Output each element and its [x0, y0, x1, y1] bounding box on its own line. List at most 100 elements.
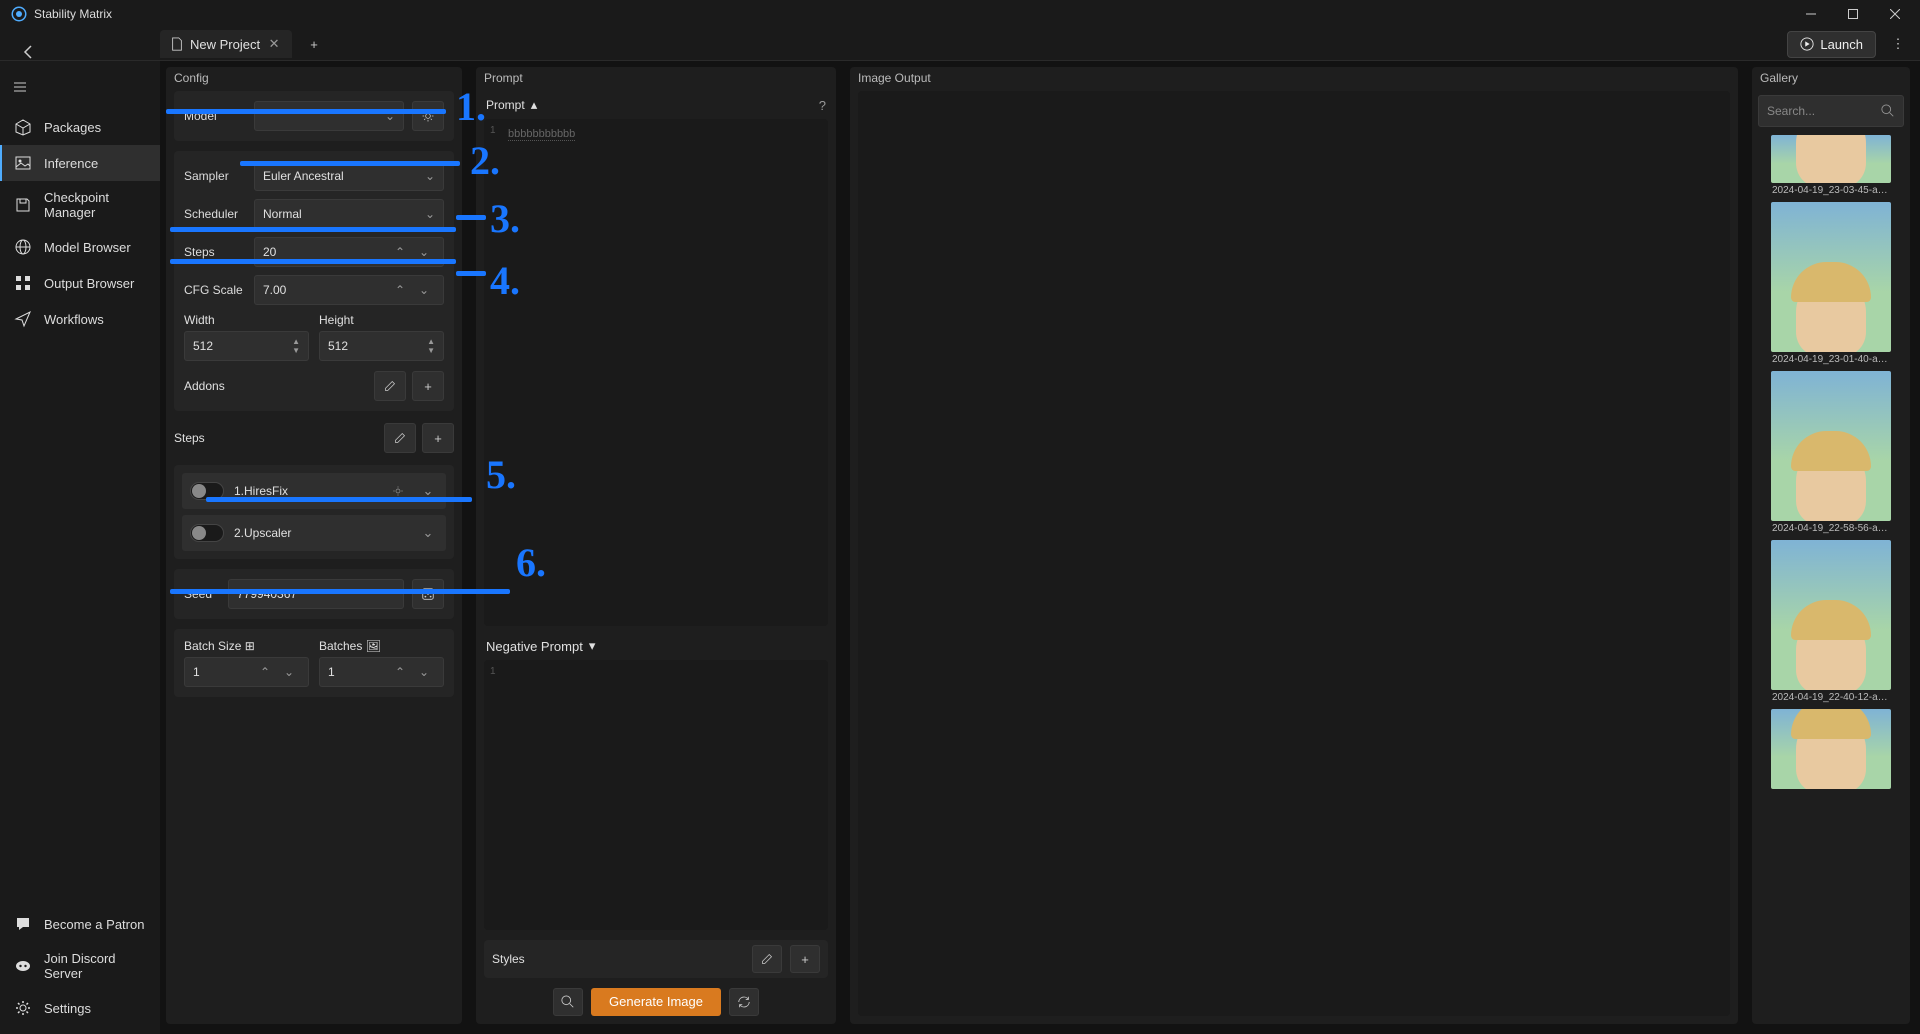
prompt-textarea[interactable]: 1 bbbbbbbbbbb: [484, 119, 828, 626]
sidebar-item-workflows[interactable]: Workflows: [0, 301, 160, 337]
sidebar-item-model-browser[interactable]: Model Browser: [0, 229, 160, 265]
model-settings-button[interactable]: [412, 101, 444, 131]
cfg-down-button[interactable]: ⌄: [413, 276, 435, 304]
play-circle-icon: [1800, 37, 1814, 51]
model-label: Model: [184, 109, 246, 123]
batches-input[interactable]: 1 ⌃⌄: [319, 657, 444, 687]
upscaler-row[interactable]: 2.Upscaler ⌄: [182, 515, 446, 551]
styles-add-button[interactable]: +: [790, 945, 820, 973]
steps-down-button[interactable]: ⌄: [413, 238, 435, 266]
generate-button[interactable]: Generate Image: [591, 988, 721, 1016]
gallery-caption: 2024-04-19_23-01-40-aut...: [1772, 354, 1890, 365]
gallery-item[interactable]: 2024-04-19_23-03-45-aut...: [1758, 135, 1904, 196]
batches-up-button[interactable]: ⌃: [389, 658, 411, 686]
sidebar-item-checkpoint[interactable]: Checkpoint Manager: [0, 181, 160, 229]
steps-up-button[interactable]: ⌃: [389, 238, 411, 266]
sidebar-item-label: Output Browser: [44, 276, 134, 291]
file-icon: [170, 37, 184, 51]
batchsize-up-button[interactable]: ⌃: [254, 658, 276, 686]
width-input[interactable]: 512 ▲▼: [184, 331, 309, 361]
tab-close-button[interactable]: ✕: [266, 36, 282, 52]
minimize-button[interactable]: [1790, 0, 1832, 28]
grid-icon: [14, 274, 32, 292]
hiresfix-expand-button[interactable]: ⌄: [418, 481, 438, 501]
sampler-dropdown[interactable]: Euler Ancestral ⌄: [254, 161, 444, 191]
steps-input[interactable]: 20 ⌃⌄: [254, 237, 444, 267]
prompt-text: bbbbbbbbbbb: [508, 128, 575, 141]
launch-button[interactable]: Launch: [1787, 31, 1876, 58]
zoom-button[interactable]: [553, 988, 583, 1016]
back-button[interactable]: [14, 38, 42, 66]
refresh-button[interactable]: [729, 988, 759, 1016]
height-label: Height: [319, 313, 444, 327]
gallery-item[interactable]: 2024-04-19_22-40-12-aut...: [1758, 540, 1904, 703]
more-button[interactable]: ⋮: [1884, 30, 1912, 58]
seed-random-button[interactable]: [412, 579, 444, 609]
batch-size-input[interactable]: 1 ⌃⌄: [184, 657, 309, 687]
gallery-thumbnail: [1771, 540, 1891, 690]
gallery-search-input[interactable]: Search...: [1758, 95, 1904, 127]
addons-add-button[interactable]: +: [412, 371, 444, 401]
sidebar-item-patron[interactable]: Become a Patron: [0, 906, 160, 942]
sidebar-item-label: Inference: [44, 156, 98, 171]
upscaler-toggle[interactable]: [190, 524, 224, 542]
cfg-up-button[interactable]: ⌃: [389, 276, 411, 304]
caret-down-icon[interactable]: ▾: [589, 638, 596, 654]
styles-edit-button[interactable]: [752, 945, 782, 973]
new-tab-button[interactable]: +: [300, 30, 328, 58]
sidebar-item-packages[interactable]: Packages: [0, 109, 160, 145]
close-icon: [1890, 9, 1900, 19]
sampler-label: Sampler: [184, 169, 246, 183]
height-input[interactable]: 512 ▲▼: [319, 331, 444, 361]
gallery-thumbnail: [1771, 709, 1891, 789]
discord-icon: [14, 957, 32, 975]
negative-prompt-title: Negative Prompt: [486, 639, 583, 654]
hiresfix-row[interactable]: 1.HiresFix ⌄: [182, 473, 446, 509]
upscaler-expand-button[interactable]: ⌄: [418, 523, 438, 543]
gallery-thumbnail: [1771, 135, 1891, 183]
batch-size-label: Batch Size ⊞: [184, 639, 309, 653]
close-button[interactable]: [1874, 0, 1916, 28]
gear-icon: [392, 485, 404, 497]
prompt-help-button[interactable]: ?: [819, 98, 826, 113]
maximize-button[interactable]: [1832, 0, 1874, 28]
seed-label: Seed: [184, 587, 220, 601]
caret-up-icon[interactable]: ▴: [531, 97, 538, 113]
gallery-caption: 2024-04-19_22-58-56-aut...: [1772, 523, 1890, 534]
negative-prompt-textarea[interactable]: 1: [484, 660, 828, 930]
app-logo-icon: [10, 5, 28, 23]
project-tab[interactable]: New Project ✕: [160, 30, 292, 58]
config-header: Config: [166, 67, 462, 91]
sidebar-item-discord[interactable]: Join Discord Server: [0, 942, 160, 990]
app-title: Stability Matrix: [34, 7, 1790, 21]
sidebar-item-settings[interactable]: Settings: [0, 990, 160, 1026]
addons-edit-button[interactable]: [374, 371, 406, 401]
sidebar-item-label: Packages: [44, 120, 101, 135]
sidebar-item-output-browser[interactable]: Output Browser: [0, 265, 160, 301]
menu-icon: [12, 79, 28, 95]
cfg-label: CFG Scale: [184, 283, 246, 297]
hamburger-button[interactable]: [0, 69, 40, 105]
back-arrow-icon: [20, 44, 36, 60]
gallery-item[interactable]: 2024-04-19_23-01-40-aut...: [1758, 202, 1904, 365]
steps-add-button[interactable]: +: [422, 423, 454, 453]
steps-label: Steps: [184, 245, 246, 259]
batchsize-down-button[interactable]: ⌄: [278, 658, 300, 686]
cfg-input[interactable]: 7.00 ⌃⌄: [254, 275, 444, 305]
batches-down-button[interactable]: ⌄: [413, 658, 435, 686]
sidebar-item-label: Settings: [44, 1001, 91, 1016]
chevron-down-icon: ⌄: [425, 207, 435, 221]
scheduler-dropdown[interactable]: Normal ⌄: [254, 199, 444, 229]
sidebar-item-label: Workflows: [44, 312, 104, 327]
gallery-item[interactable]: 2024-04-19_22-58-56-aut...: [1758, 371, 1904, 534]
hiresfix-toggle[interactable]: [190, 482, 224, 500]
gallery-thumbnail: [1771, 202, 1891, 352]
steps-edit-button[interactable]: [384, 423, 416, 453]
gallery-item[interactable]: [1758, 709, 1904, 789]
box-icon: [14, 118, 32, 136]
sidebar-item-inference[interactable]: Inference: [0, 145, 160, 181]
model-dropdown[interactable]: ⌄: [254, 101, 404, 131]
hiresfix-settings-button[interactable]: [388, 481, 408, 501]
seed-input[interactable]: 779940367: [228, 579, 404, 609]
sidebar-item-label: Checkpoint Manager: [44, 190, 146, 220]
